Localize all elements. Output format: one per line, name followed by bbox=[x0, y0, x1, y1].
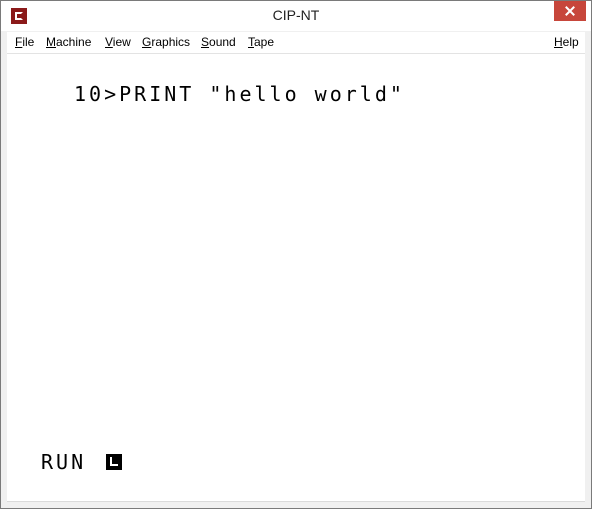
menu-bar: File Machine View Graphics Sound Tape He… bbox=[7, 32, 585, 54]
app-window: CIP-NT File Machine View Graphics Sound … bbox=[0, 0, 592, 509]
command-line: RUN bbox=[41, 450, 87, 474]
menu-graphics[interactable]: Graphics bbox=[140, 35, 192, 49]
close-button[interactable] bbox=[554, 1, 586, 21]
menu-help[interactable]: Help bbox=[552, 35, 581, 49]
emulator-screen[interactable]: 10>PRINT "hello world" RUN bbox=[7, 54, 585, 502]
title-bar[interactable]: CIP-NT bbox=[1, 1, 591, 31]
menu-file[interactable]: File bbox=[13, 35, 36, 49]
program-line: 10>PRINT "hello world" bbox=[74, 82, 405, 106]
menu-sound[interactable]: Sound bbox=[199, 35, 238, 49]
cursor-block-icon bbox=[106, 454, 122, 470]
window-title: CIP-NT bbox=[272, 7, 320, 23]
menu-machine[interactable]: Machine bbox=[44, 35, 93, 49]
menu-tape[interactable]: Tape bbox=[246, 35, 276, 49]
menu-view[interactable]: View bbox=[103, 35, 133, 49]
